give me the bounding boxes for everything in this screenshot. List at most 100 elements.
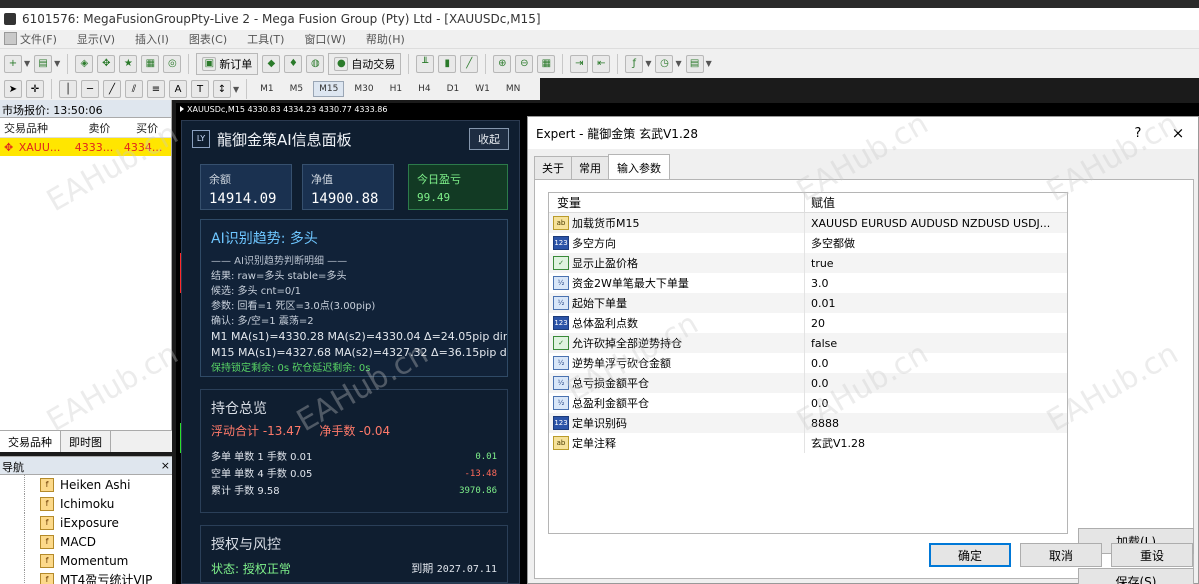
bar-chart-icon[interactable]: ╨ <box>416 54 435 73</box>
menu-window[interactable]: 窗口(W) <box>294 31 355 47</box>
auto-scroll-icon[interactable]: ⇥ <box>570 54 589 73</box>
parameter-row[interactable]: 123 多空方向 多空都做 <box>549 233 1067 253</box>
timeframe-m5[interactable]: M5 <box>284 81 310 97</box>
timeframe-h4[interactable]: H4 <box>412 81 437 97</box>
chevron-down-icon[interactable]: ▼ <box>675 59 681 68</box>
timeframe-m15[interactable]: M15 <box>313 81 345 97</box>
profiles-icon[interactable]: ▤ <box>34 54 53 73</box>
parameter-value[interactable]: 0.0 <box>805 357 1067 370</box>
menu-charts[interactable]: 图表(C) <box>179 31 237 47</box>
chevron-down-icon[interactable]: ▼ <box>645 59 651 68</box>
zoom-in-icon[interactable]: ⊕ <box>493 54 512 73</box>
parameter-row[interactable]: 123 定单识别码 8888 <box>549 413 1067 433</box>
column-ask[interactable]: 买价 <box>123 120 171 136</box>
timeframe-m1[interactable]: M1 <box>254 81 280 97</box>
column-bid[interactable]: 卖价 <box>76 120 124 136</box>
parameter-value[interactable]: 0.0 <box>805 377 1067 390</box>
periods-icon[interactable]: ◷ <box>655 54 674 73</box>
column-value[interactable]: 赋值 <box>805 193 1067 213</box>
close-icon[interactable]: × <box>161 459 170 472</box>
navigator-item[interactable]: f Momentum <box>0 551 172 570</box>
signals-icon[interactable]: ♦ <box>284 54 303 73</box>
chevron-down-icon[interactable]: ▼ <box>233 85 239 94</box>
text-label-icon[interactable]: T <box>191 80 209 98</box>
parameter-row[interactable]: ½ 总盈利金额平仓 0.0 <box>549 393 1067 413</box>
navigator-item[interactable]: f MT4盈亏统计VIP <box>0 570 172 584</box>
text-tool-icon[interactable]: A <box>169 80 187 98</box>
auto-trading-button[interactable]: ● 自动交易 <box>328 52 402 75</box>
templates-icon[interactable]: ▤ <box>685 54 704 73</box>
parameter-value[interactable]: 20 <box>805 317 1067 330</box>
timeframe-h1[interactable]: H1 <box>384 81 409 97</box>
parameter-row[interactable]: ✓ 显示止盈价格 true <box>549 253 1067 273</box>
chevron-down-icon[interactable]: ▼ <box>54 59 60 68</box>
market-watch-icon[interactable]: ◈ <box>75 54 94 73</box>
parameter-row[interactable]: ½ 起始下单量 0.01 <box>549 293 1067 313</box>
help-icon[interactable]: ? <box>1118 126 1158 141</box>
cancel-button[interactable]: 取消 <box>1020 543 1102 567</box>
parameter-value[interactable]: 8888 <box>805 417 1067 430</box>
fibonacci-icon[interactable]: ≡ <box>147 80 165 98</box>
new-order-button[interactable]: ▣ 新订单 <box>196 52 259 75</box>
chevron-down-icon[interactable]: ▼ <box>24 59 30 68</box>
line-chart-icon[interactable]: ╱ <box>460 54 479 73</box>
trendline-icon[interactable]: ╱ <box>103 80 121 98</box>
reset-button[interactable]: 重设 <box>1111 543 1193 567</box>
data-window-icon[interactable]: ✥ <box>97 54 116 73</box>
column-symbol[interactable]: 交易品种 <box>0 120 76 136</box>
tab-about[interactable]: 关于 <box>534 156 572 179</box>
timeframe-mn[interactable]: MN <box>500 81 527 97</box>
tab-common[interactable]: 常用 <box>571 156 609 179</box>
new-chart-icon[interactable]: + <box>4 54 22 73</box>
menu-help[interactable]: 帮助(H) <box>356 31 415 47</box>
arrows-icon[interactable]: ↕ <box>213 80 231 98</box>
parameter-value[interactable]: 0.0 <box>805 397 1067 410</box>
metaeditor-icon[interactable]: ◆ <box>262 54 281 73</box>
channel-icon[interactable]: ⫽ <box>125 80 143 98</box>
timeframe-d1[interactable]: D1 <box>441 81 466 97</box>
parameter-row[interactable]: ab 定单注释 玄武V1.28 <box>549 433 1067 453</box>
menu-file[interactable]: 文件(F) <box>2 31 67 47</box>
parameter-row[interactable]: 123 总体盈利点数 20 <box>549 313 1067 333</box>
menu-view[interactable]: 显示(V) <box>67 31 125 47</box>
indicators-icon[interactable]: ƒ <box>625 54 644 73</box>
strategy-tester-icon[interactable]: ◎ <box>163 54 182 73</box>
parameter-row[interactable]: ½ 总亏损金额平仓 0.0 <box>549 373 1067 393</box>
menu-insert[interactable]: 插入(I) <box>125 31 179 47</box>
parameter-value[interactable]: 多空都做 <box>805 235 1067 251</box>
candlestick-icon[interactable]: ▮ <box>438 54 457 73</box>
ok-button[interactable]: 确定 <box>929 543 1011 567</box>
close-icon[interactable]: × <box>1158 124 1198 142</box>
navigator-icon[interactable]: ★ <box>119 54 138 73</box>
navigator-item[interactable]: f MACD <box>0 532 172 551</box>
parameter-value[interactable]: 3.0 <box>805 277 1067 290</box>
tab-symbols[interactable]: 交易品种 <box>0 431 61 452</box>
parameter-value[interactable]: 玄武V1.28 <box>805 435 1067 451</box>
horizontal-line-icon[interactable]: ─ <box>81 80 99 98</box>
collapse-button[interactable]: 收起 <box>469 128 509 150</box>
market-icon[interactable]: ◍ <box>306 54 325 73</box>
parameter-value[interactable]: true <box>805 257 1067 270</box>
terminal-icon[interactable]: ▦ <box>141 54 160 73</box>
parameter-row[interactable]: ab 加载货币M15 XAUUSD EURUSD AUDUSD NZDUSD USD… <box>549 213 1067 233</box>
zoom-out-icon[interactable]: ⊖ <box>515 54 534 73</box>
parameter-value[interactable]: false <box>805 337 1067 350</box>
tab-inputs[interactable]: 输入参数 <box>608 154 670 180</box>
menu-tools[interactable]: 工具(T) <box>237 31 294 47</box>
navigator-item[interactable]: f Heiken Ashi <box>0 475 172 494</box>
parameter-row[interactable]: ½ 逆势单浮亏砍仓金额 0.0 <box>549 353 1067 373</box>
parameter-value[interactable]: 0.01 <box>805 297 1067 310</box>
chart-shift-icon[interactable]: ⇤ <box>592 54 611 73</box>
parameter-row[interactable]: ✓ 允许砍掉全部逆势持仓 false <box>549 333 1067 353</box>
parameter-value[interactable]: XAUUSD EURUSD AUDUSD NZDUSD USDJ... <box>805 217 1067 230</box>
tile-windows-icon[interactable]: ▦ <box>537 54 556 73</box>
market-watch-row[interactable]: ✥ XAUU... 4333... 4334... <box>0 138 171 156</box>
parameter-row[interactable]: ½ 资金2W单笔最大下单量 3.0 <box>549 273 1067 293</box>
timeframe-w1[interactable]: W1 <box>469 81 496 97</box>
chevron-down-icon[interactable]: ▼ <box>706 59 712 68</box>
cursor-icon[interactable]: ➤ <box>4 80 22 98</box>
timeframe-m30[interactable]: M30 <box>348 81 379 97</box>
navigator-item[interactable]: f Ichimoku <box>0 494 172 513</box>
vertical-line-icon[interactable]: │ <box>59 80 77 98</box>
navigator-item[interactable]: f iExposure <box>0 513 172 532</box>
